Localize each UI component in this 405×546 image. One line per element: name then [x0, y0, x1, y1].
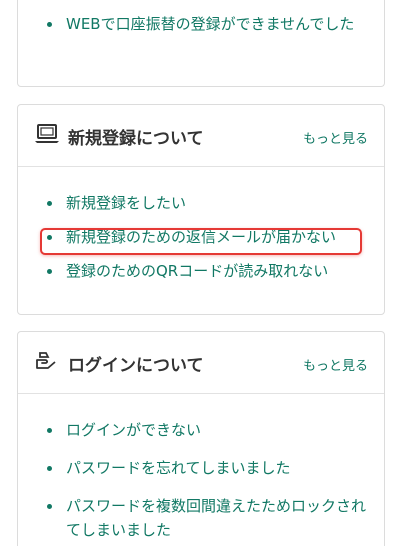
bullet-icon [47, 201, 52, 206]
faq-card-signup: 新規登録について もっと見る 新規登録をしたい 新規登録のための返信メールが届か… [17, 104, 385, 315]
more-link[interactable]: もっと見る [303, 355, 368, 374]
faq-page: WEBで口座振替の登録ができませんでした 新規登録について もっと見る 新規登録… [0, 0, 405, 546]
bullet-icon [47, 504, 52, 509]
faq-list: ログインができない パスワードを忘れてしまいました パスワードを複数回間違えたた… [18, 394, 384, 542]
faq-item-web-transfer-registration[interactable]: WEBで口座振替の登録ができませんでした [18, 12, 384, 36]
faq-item-account-locked[interactable]: パスワードを複数回間違えたためロックされてしまいました [18, 494, 384, 542]
section-title: ログインについて [68, 356, 204, 376]
faq-item-label[interactable]: 登録のためのQRコードが読み取れない [66, 262, 328, 280]
bullet-icon [47, 22, 52, 27]
card-header: 新規登録について もっと見る [18, 105, 384, 167]
more-link[interactable]: もっと見る [303, 128, 368, 147]
faq-item-forgot-password[interactable]: パスワードを忘れてしまいました [18, 456, 384, 480]
faq-item-reply-mail-not-received[interactable]: 新規登録のための返信メールが届かない [18, 225, 384, 259]
bullet-icon [47, 269, 52, 274]
bullet-icon [47, 466, 52, 471]
bullet-icon [47, 428, 52, 433]
bullet-icon [47, 235, 52, 240]
faq-card-login: ログインについて もっと見る ログインができない パスワードを忘れてしまいました… [17, 331, 385, 546]
faq-item-label[interactable]: パスワードを複数回間違えたためロックされてしまいました [66, 497, 366, 539]
laptop-icon [34, 123, 60, 145]
card-header: ログインについて もっと見る [18, 332, 384, 394]
faq-item-cannot-login[interactable]: ログインができない [18, 418, 384, 442]
faq-item-label[interactable]: WEBで口座振替の登録ができませんでした [66, 15, 354, 33]
faq-item-label[interactable]: ログインができない [66, 421, 201, 439]
section-title: 新規登録について [68, 129, 204, 149]
faq-item-label[interactable]: 新規登録をしたい [66, 194, 186, 212]
faq-item-qr-code-unreadable[interactable]: 登録のためのQRコードが読み取れない [18, 259, 384, 293]
faq-item-label[interactable]: パスワードを忘れてしまいました [66, 459, 291, 477]
faq-list: 新規登録をしたい 新規登録のための返信メールが届かない 登録のためのQRコードが… [18, 167, 384, 293]
login-hand-icon [34, 350, 60, 372]
faq-card-account-transfer: WEBで口座振替の登録ができませんでした [17, 0, 385, 87]
faq-item-signup[interactable]: 新規登録をしたい [18, 191, 384, 225]
faq-item-label[interactable]: 新規登録のための返信メールが届かない [66, 228, 336, 246]
